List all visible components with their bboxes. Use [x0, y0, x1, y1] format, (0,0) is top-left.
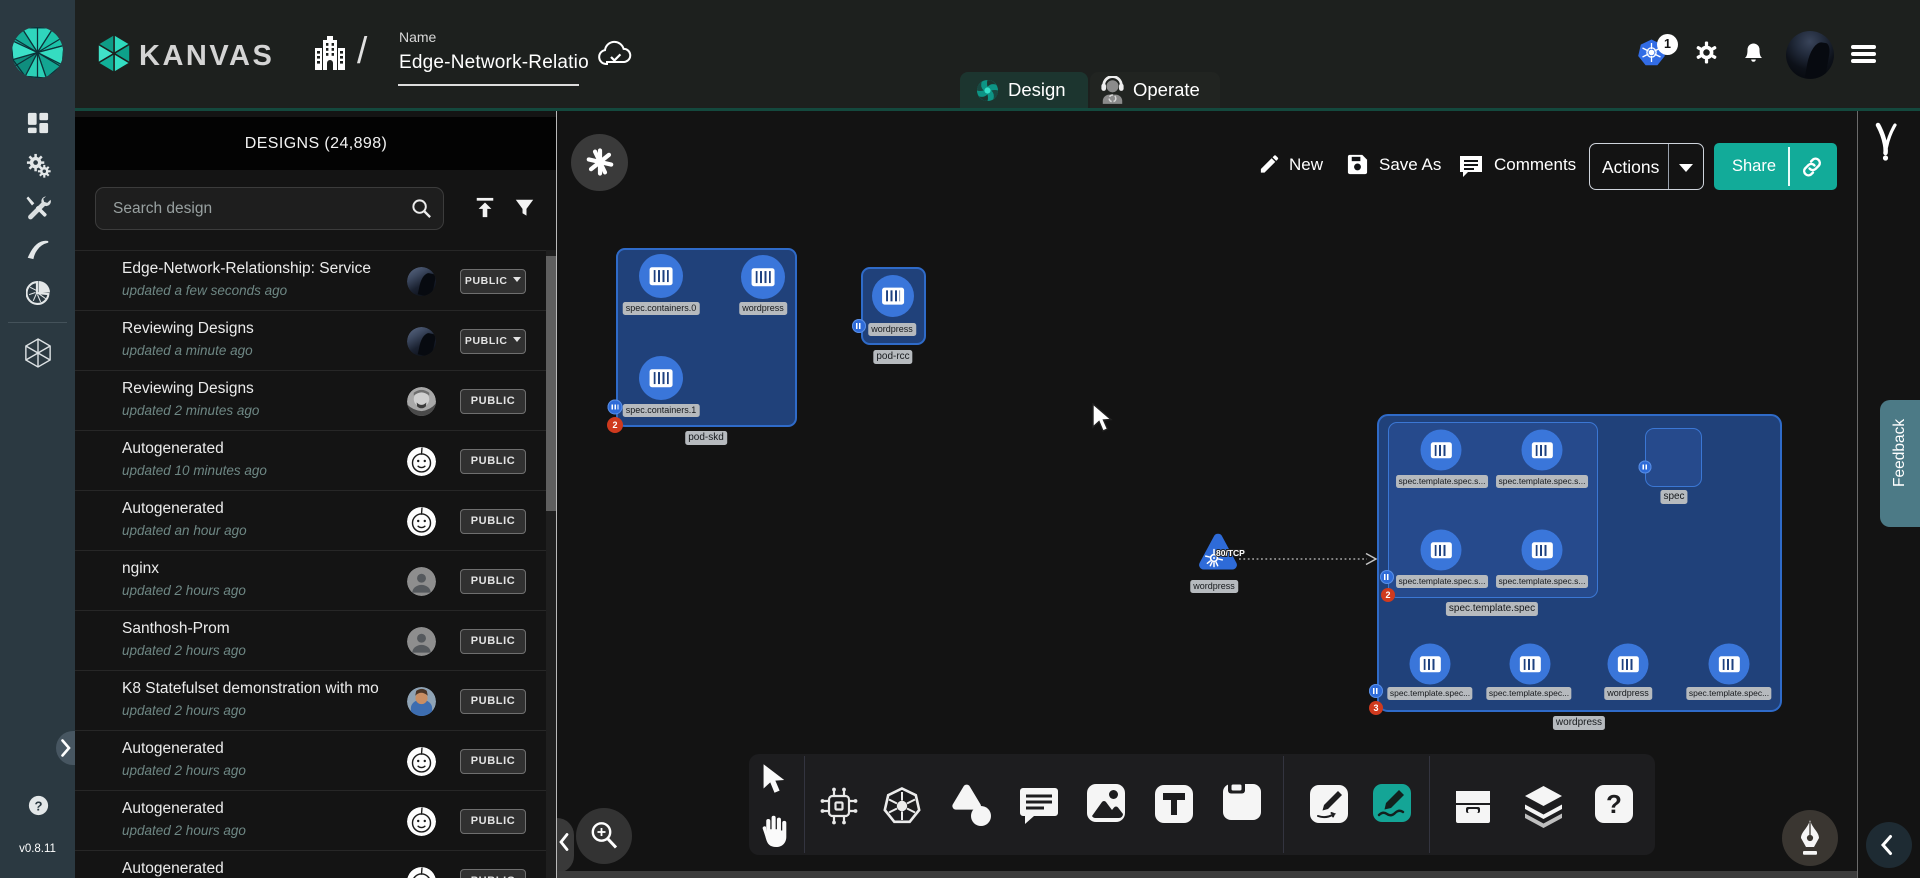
svg-text:?: ? — [34, 798, 42, 813]
svg-text:?: ? — [1606, 789, 1622, 819]
